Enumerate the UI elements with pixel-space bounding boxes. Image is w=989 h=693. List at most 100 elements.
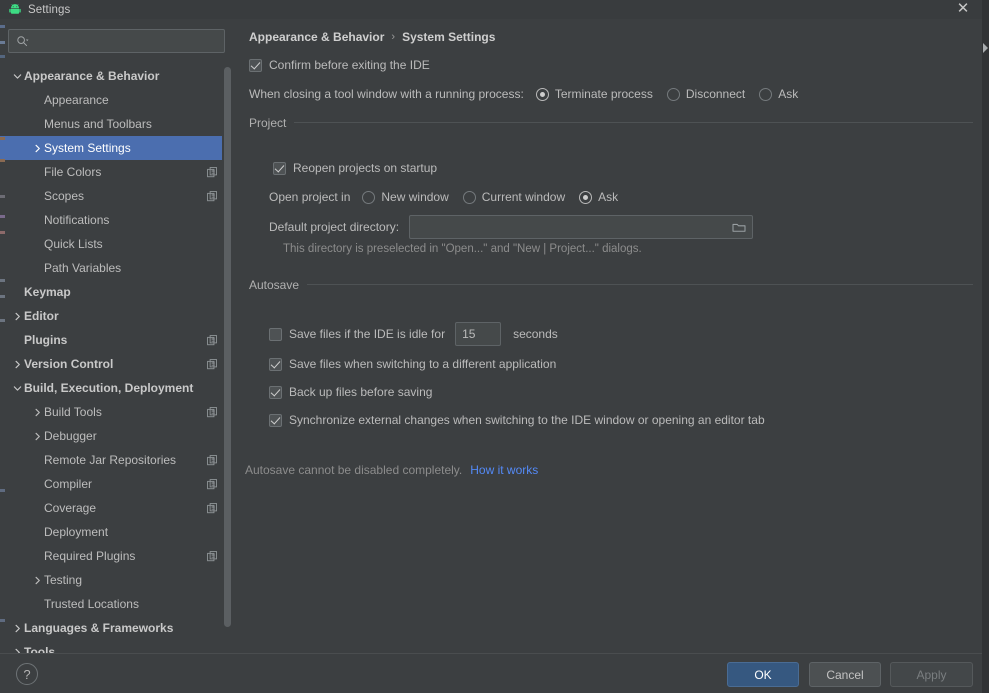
sidebar-item-compiler[interactable]: Compiler bbox=[0, 472, 233, 496]
radio-ask-toolwindow[interactable]: Ask bbox=[759, 87, 798, 101]
search-input[interactable] bbox=[29, 34, 224, 48]
reopen-projects-checkbox[interactable] bbox=[273, 161, 286, 175]
reopen-projects-label: Reopen projects on startup bbox=[293, 161, 438, 175]
sidebar-item-label: Debugger bbox=[44, 429, 97, 443]
sidebar-item-build-tools[interactable]: Build Tools bbox=[0, 400, 233, 424]
radio-new-window[interactable]: New window bbox=[362, 190, 449, 204]
copy-settings-icon[interactable] bbox=[205, 454, 219, 466]
chevron-down-icon[interactable] bbox=[10, 384, 24, 393]
search-field-wrapper bbox=[8, 29, 225, 53]
reopen-projects-row[interactable]: Reopen projects on startup bbox=[273, 161, 437, 175]
chevron-right-icon[interactable] bbox=[30, 432, 44, 441]
sidebar-item-remote-jar-repositories[interactable]: Remote Jar Repositories bbox=[0, 448, 233, 472]
autosave-footer-text: Autosave cannot be disabled completely. bbox=[245, 463, 463, 477]
autosave-switch-app-row[interactable]: Save files when switching to a different… bbox=[269, 357, 556, 371]
scroll-arrow-icon[interactable] bbox=[982, 42, 989, 54]
copy-settings-icon[interactable] bbox=[205, 502, 219, 514]
sidebar-item-deployment[interactable]: Deployment bbox=[0, 520, 233, 544]
default-directory-hint: This directory is preselected in "Open..… bbox=[283, 243, 642, 255]
autosave-idle-checkbox[interactable] bbox=[269, 327, 282, 341]
confirm-exit-row[interactable]: Confirm before exiting the IDE bbox=[249, 58, 430, 72]
sidebar-item-testing[interactable]: Testing bbox=[0, 568, 233, 592]
copy-settings-icon[interactable] bbox=[205, 190, 219, 202]
copy-settings-icon[interactable] bbox=[205, 334, 219, 346]
close-icon[interactable]: ✕ bbox=[955, 1, 971, 17]
radio-disconnect-indicator[interactable] bbox=[666, 87, 680, 101]
sidebar-item-label: Version Control bbox=[24, 357, 114, 371]
sidebar-scrollbar-thumb[interactable] bbox=[224, 67, 231, 627]
copy-settings-icon[interactable] bbox=[205, 478, 219, 490]
sidebar-item-coverage[interactable]: Coverage bbox=[0, 496, 233, 520]
radio-terminate-process-indicator[interactable] bbox=[535, 87, 549, 101]
chevron-right-icon[interactable] bbox=[10, 624, 24, 633]
sidebar-item-quick-lists[interactable]: Quick Lists bbox=[0, 232, 233, 256]
sidebar-item-trusted-locations[interactable]: Trusted Locations bbox=[0, 592, 233, 616]
sidebar-item-version-control[interactable]: Version Control bbox=[0, 352, 233, 376]
android-icon bbox=[9, 3, 21, 14]
radio-current-window-indicator[interactable] bbox=[462, 190, 476, 204]
radio-new-window-indicator[interactable] bbox=[362, 190, 376, 204]
search-icon bbox=[17, 35, 29, 46]
radio-ask-toolwindow-label: Ask bbox=[778, 87, 799, 101]
sidebar-item-notifications[interactable]: Notifications bbox=[0, 208, 233, 232]
sidebar-item-system-settings[interactable]: System Settings bbox=[0, 136, 233, 160]
copy-settings-icon[interactable] bbox=[205, 166, 219, 178]
sidebar-item-languages-frameworks[interactable]: Languages & Frameworks bbox=[0, 616, 233, 640]
tool-window-process-label: When closing a tool window with a runnin… bbox=[249, 87, 524, 101]
default-directory-input[interactable] bbox=[409, 215, 754, 239]
how-it-works-link[interactable]: How it works bbox=[470, 463, 538, 477]
ok-button[interactable]: OK bbox=[727, 662, 799, 687]
radio-ask-openproject-indicator[interactable] bbox=[579, 190, 593, 204]
copy-settings-icon[interactable] bbox=[205, 358, 219, 370]
chevron-right-icon[interactable] bbox=[30, 576, 44, 585]
radio-disconnect-label: Disconnect bbox=[685, 87, 746, 101]
sidebar-item-tools[interactable]: Tools bbox=[0, 640, 233, 653]
autosave-idle-seconds-input[interactable]: 15 bbox=[455, 322, 502, 346]
help-button[interactable]: ? bbox=[16, 663, 38, 685]
chevron-right-icon[interactable] bbox=[30, 144, 44, 153]
confirm-exit-checkbox[interactable] bbox=[249, 58, 262, 72]
radio-current-window[interactable]: Current window bbox=[462, 190, 565, 204]
chevron-right-icon[interactable] bbox=[10, 312, 24, 321]
copy-settings-icon[interactable] bbox=[205, 550, 219, 562]
sidebar-item-appearance-behavior[interactable]: Appearance & Behavior bbox=[0, 64, 233, 88]
autosave-backup-checkbox[interactable] bbox=[269, 385, 282, 399]
sidebar-item-label: Remote Jar Repositories bbox=[44, 453, 177, 467]
edge-artifact-strip bbox=[0, 19, 6, 653]
right-edge-scrollbar[interactable] bbox=[982, 0, 989, 693]
sidebar-item-debugger[interactable]: Debugger bbox=[0, 424, 233, 448]
chevron-right-icon[interactable] bbox=[30, 408, 44, 417]
autosave-group-divider bbox=[307, 284, 973, 285]
sidebar-scrollbar-track[interactable] bbox=[222, 64, 233, 653]
settings-tree[interactable]: Appearance & Behavior Appearance Menus and… bbox=[0, 64, 233, 653]
sidebar-item-required-plugins[interactable]: Required Plugins bbox=[0, 544, 233, 568]
sidebar-item-build-execution-deployment[interactable]: Build, Execution, Deployment bbox=[0, 376, 233, 400]
search-box[interactable] bbox=[8, 29, 225, 53]
sidebar-item-plugins[interactable]: Plugins bbox=[0, 328, 233, 352]
cancel-button[interactable]: Cancel bbox=[809, 662, 881, 687]
copy-settings-icon[interactable] bbox=[205, 406, 219, 418]
sidebar-item-menus-and-toolbars[interactable]: Menus and Toolbars bbox=[0, 112, 233, 136]
autosave-backup-row[interactable]: Back up files before saving bbox=[269, 385, 432, 399]
breadcrumb-parent[interactable]: Appearance & Behavior bbox=[249, 30, 384, 44]
chevron-right-icon[interactable] bbox=[10, 360, 24, 369]
chevron-down-icon[interactable] bbox=[10, 72, 24, 81]
radio-disconnect[interactable]: Disconnect bbox=[666, 87, 746, 101]
sidebar-item-file-colors[interactable]: File Colors bbox=[0, 160, 233, 184]
autosave-sync-checkbox[interactable] bbox=[269, 413, 282, 427]
radio-terminate-process[interactable]: Terminate process bbox=[535, 87, 653, 101]
sidebar-item-appearance[interactable]: Appearance bbox=[0, 88, 233, 112]
sidebar-item-keymap[interactable]: Keymap bbox=[0, 280, 233, 304]
folder-icon[interactable] bbox=[732, 221, 746, 233]
autosave-switch-app-label: Save files when switching to a different… bbox=[289, 357, 557, 371]
sidebar-item-editor[interactable]: Editor bbox=[0, 304, 233, 328]
radio-ask-toolwindow-indicator[interactable] bbox=[759, 87, 773, 101]
autosave-switch-app-checkbox[interactable] bbox=[269, 357, 282, 371]
sidebar-item-label: Required Plugins bbox=[44, 549, 136, 563]
autosave-footer: Autosave cannot be disabled completely. … bbox=[245, 463, 538, 477]
sidebar-item-path-variables[interactable]: Path Variables bbox=[0, 256, 233, 280]
sidebar-item-label: Build, Execution, Deployment bbox=[24, 381, 194, 395]
autosave-sync-row[interactable]: Synchronize external changes when switch… bbox=[269, 413, 765, 427]
sidebar-item-scopes[interactable]: Scopes bbox=[0, 184, 233, 208]
radio-ask-openproject[interactable]: Ask bbox=[579, 190, 618, 204]
